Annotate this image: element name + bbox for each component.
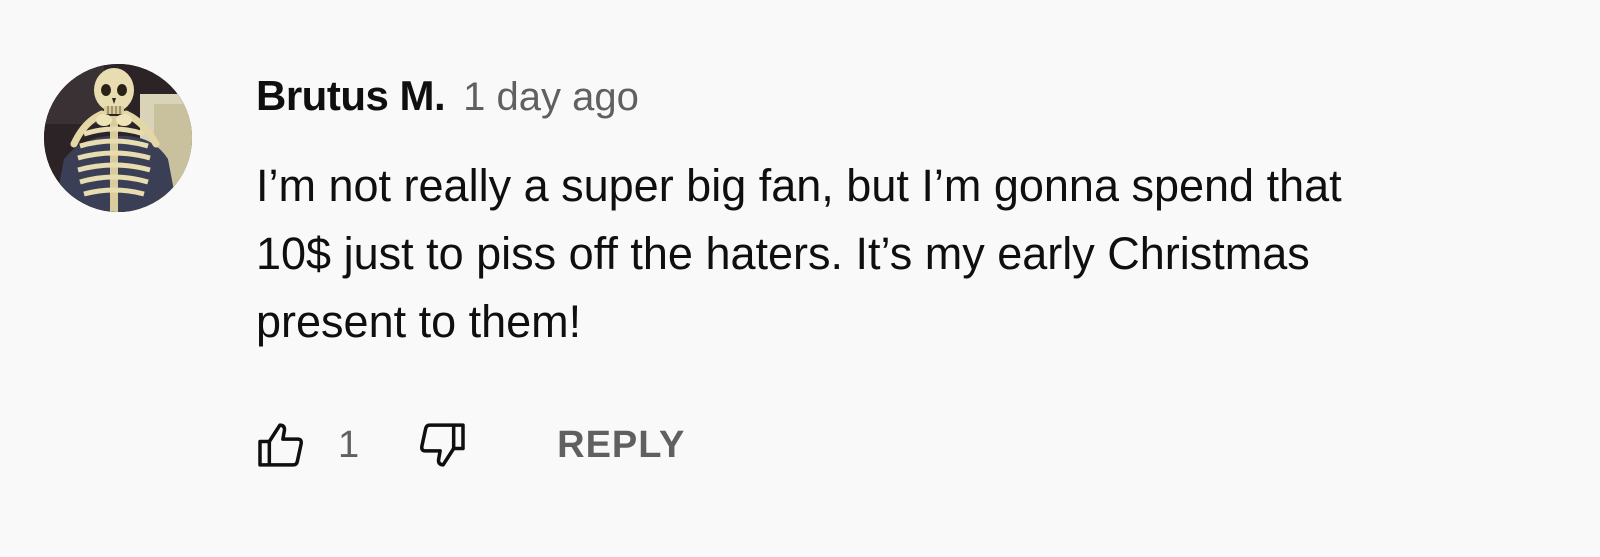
author-name[interactable]: Brutus M. xyxy=(256,72,446,120)
author-avatar[interactable] xyxy=(44,64,192,212)
comment-header: Brutus M. 1 day ago xyxy=(256,72,639,128)
dislike-button[interactable] xyxy=(411,414,473,476)
comment-thread-item: Brutus M. 1 day ago I’m not really a sup… xyxy=(0,0,1600,557)
thumbs-down-icon xyxy=(420,423,465,467)
reply-button[interactable]: REPLY xyxy=(557,424,685,467)
skeleton-avatar-image xyxy=(44,64,192,212)
comment-action-bar: 1 REPLY xyxy=(250,414,685,476)
like-count: 1 xyxy=(338,423,360,466)
comment-text: I’m not really a super big fan, but I’m … xyxy=(256,160,1342,347)
like-button[interactable] xyxy=(250,414,312,476)
comment-timestamp[interactable]: 1 day ago xyxy=(463,75,639,120)
thumbs-up-icon xyxy=(258,423,303,467)
